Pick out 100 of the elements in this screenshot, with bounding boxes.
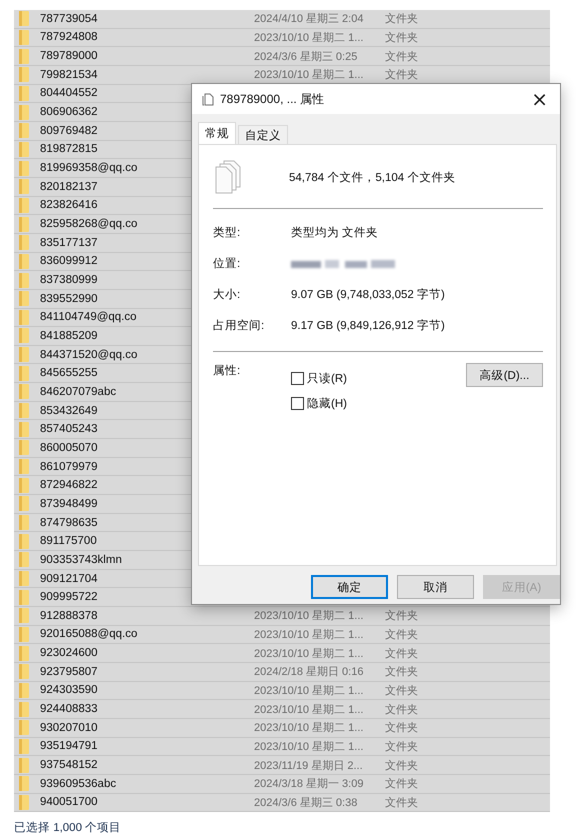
- file-name: 825958268@qq.co: [40, 218, 138, 230]
- file-type: 文件夹: [385, 758, 418, 773]
- file-row[interactable]: 923795807 2024/2/18 星期日 0:16 文件夹: [14, 662, 550, 682]
- file-name: 909995722: [40, 591, 98, 604]
- property-value: 类型均为 文件夹: [291, 226, 378, 240]
- file-type: 文件夹: [385, 702, 418, 717]
- modified-date: 2024/2/18 星期日 0:16: [254, 665, 364, 680]
- folder-icon: [19, 664, 29, 680]
- folder-icon: [19, 254, 29, 269]
- folder-icon: [19, 123, 29, 138]
- folder-icon: [19, 216, 29, 232]
- file-name: 874798635: [40, 516, 98, 529]
- file-name: 903353743klmn: [40, 554, 122, 566]
- file-name: 937548152: [40, 759, 98, 772]
- summary-text: 54,784 个文件，5,104 个文件夹: [289, 170, 456, 184]
- folder-icon: [19, 67, 29, 82]
- folder-icon: [19, 702, 29, 717]
- file-row[interactable]: 924303590 2023/10/10 星期二 1... 文件夹: [14, 682, 550, 700]
- file-name: 891175700: [40, 535, 97, 548]
- file-row[interactable]: 799821534 2023/10/10 星期二 1... 文件夹: [14, 66, 550, 85]
- folder-icon: [19, 403, 29, 418]
- file-name: 841885209: [40, 330, 98, 342]
- checkbox-label: 只读(R): [307, 372, 347, 386]
- folder-icon: [19, 86, 29, 101]
- modified-date: 2023/10/10 星期二 1...: [254, 628, 364, 642]
- file-name: 799821534: [40, 68, 98, 81]
- tab[interactable]: 自定义: [238, 125, 288, 144]
- file-row[interactable]: 912888378 2023/10/10 星期二 1... 文件夹: [14, 607, 550, 626]
- folder-icon: [19, 48, 29, 64]
- property-label: 位置:: [213, 256, 242, 271]
- close-button[interactable]: ×: [527, 89, 552, 109]
- file-name: 806906362: [40, 106, 98, 118]
- modified-date: 2023/10/10 星期二 1...: [254, 740, 364, 754]
- file-name: 819872815: [40, 143, 98, 156]
- file-row[interactable]: 787924808 2023/10/10 星期二 1... 文件夹: [14, 28, 550, 48]
- file-name: 809769482: [40, 124, 98, 137]
- folder-icon: [19, 272, 29, 288]
- file-name: 940051700: [40, 796, 98, 808]
- advanced-button[interactable]: 高级(D)...: [466, 363, 543, 387]
- file-name: 787739054: [40, 12, 98, 25]
- file-type: 文件夹: [385, 628, 418, 642]
- modified-date: 2024/3/6 星期三 0:25: [254, 50, 358, 64]
- folder-icon: [19, 496, 29, 512]
- modified-date: 2023/10/10 星期二 1...: [254, 646, 364, 661]
- file-name: 923795807: [40, 666, 98, 678]
- dialog-button[interactable]: 确定: [311, 575, 388, 599]
- modified-date: 2024/3/18 星期一 3:09: [254, 777, 364, 792]
- file-type: 文件夹: [385, 664, 418, 680]
- checkbox[interactable]: [291, 397, 304, 410]
- file-name: 845655255: [40, 367, 98, 380]
- file-type: 文件夹: [385, 796, 418, 810]
- folder-icon: [19, 608, 29, 624]
- modified-date: 2024/4/10 星期三 2:04: [254, 12, 364, 26]
- file-type: 文件夹: [385, 646, 418, 661]
- window-title: 789789000, ... 属性: [220, 90, 326, 108]
- file-row[interactable]: 789789000 2024/3/6 星期三 0:25 文件夹: [14, 47, 550, 66]
- folder-icon: [19, 328, 29, 344]
- file-name: 930207010: [40, 722, 98, 734]
- file-type: 文件夹: [385, 12, 418, 26]
- status-text: 已选择 1,000 个项目: [14, 820, 122, 835]
- folder-icon: [19, 366, 29, 381]
- folder-icon: [19, 459, 29, 474]
- file-type: 文件夹: [385, 720, 418, 736]
- file-row[interactable]: 930207010 2023/10/10 星期二 1... 文件夹: [14, 718, 550, 738]
- property-label: 大小:: [213, 288, 242, 302]
- folder-icon: [19, 534, 29, 549]
- file-type: 文件夹: [385, 684, 418, 698]
- file-type: 文件夹: [385, 50, 418, 64]
- folder-icon: [19, 515, 29, 530]
- property-value: 9.07 GB (9,748,033,052 字节): [291, 287, 445, 302]
- file-row[interactable]: 787739054 2024/4/10 星期三 2:04 文件夹: [14, 10, 550, 29]
- folder-icon: [19, 478, 29, 493]
- file-type: 文件夹: [385, 776, 418, 792]
- file-name: 939609536abc: [40, 778, 116, 790]
- file-row[interactable]: 935194791 2023/10/10 星期二 1... 文件夹: [14, 738, 550, 756]
- file-name: 872946822: [40, 479, 98, 492]
- folder-icon: [19, 590, 29, 605]
- folder-icon: [19, 235, 29, 250]
- file-row[interactable]: 924408833 2023/10/10 星期二 1... 文件夹: [14, 700, 550, 719]
- file-name: 820182137: [40, 180, 98, 193]
- tab[interactable]: 常规: [198, 122, 236, 144]
- dialog-button[interactable]: 取消: [397, 575, 474, 599]
- folder-icon: [19, 30, 29, 45]
- file-row[interactable]: 923024600 2023/10/10 星期二 1... 文件夹: [14, 644, 550, 663]
- file-name: 841104749@qq.co: [40, 311, 137, 324]
- property-label: 占用空间:: [213, 318, 266, 333]
- folder-icon: [19, 11, 29, 26]
- file-name: 924408833: [40, 703, 98, 716]
- folder-icon: [19, 179, 29, 194]
- folder-icon: [19, 198, 29, 213]
- file-row[interactable]: 939609536abc 2024/3/18 星期一 3:09 文件夹: [14, 774, 550, 794]
- modified-date: 2023/11/19 星期日 2...: [254, 758, 364, 773]
- file-name: 920165088@qq.co: [40, 628, 138, 640]
- checkbox[interactable]: [291, 372, 304, 385]
- file-name: 836099912: [40, 255, 98, 268]
- folder-icon: [19, 310, 29, 325]
- file-row[interactable]: 920165088@qq.co 2023/10/10 星期二 1... 文件夹: [14, 626, 550, 644]
- file-row[interactable]: 940051700 2024/3/6 星期三 0:38 文件夹: [14, 794, 550, 812]
- file-row[interactable]: 937548152 2023/11/19 星期日 2... 文件夹: [14, 756, 550, 775]
- folder-icon: [19, 347, 29, 362]
